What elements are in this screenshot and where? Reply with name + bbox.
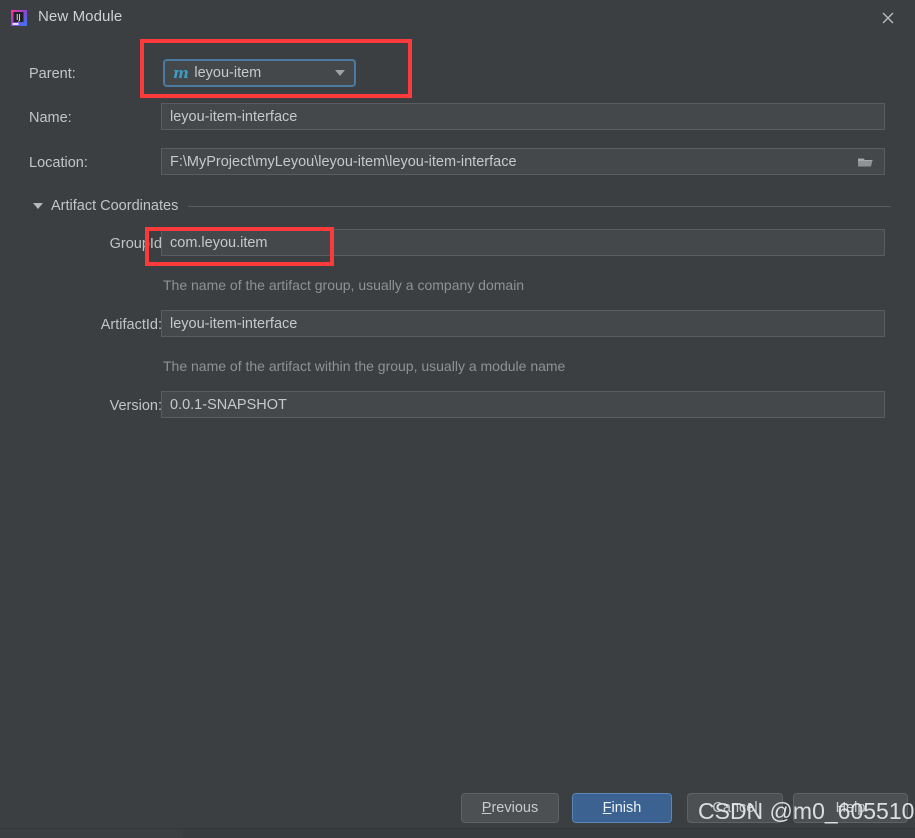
section-divider (188, 205, 891, 207)
finish-mnemonic: F (602, 800, 612, 816)
folder-icon[interactable] (847, 150, 883, 174)
name-input-value: leyou-item-interface (170, 108, 298, 125)
finish-label: inish (611, 800, 642, 816)
parent-label: Parent: (29, 66, 76, 82)
artifact-coordinates-section[interactable]: Artifact Coordinates (33, 196, 891, 216)
previous-label: revious (491, 800, 539, 816)
parent-combo[interactable]: m leyou-item (163, 59, 356, 87)
groupid-label: GroupId (109, 236, 162, 252)
artifactid-input-value: leyou-item-interface (170, 315, 298, 332)
artifact-coordinates-label: Artifact Coordinates (51, 198, 179, 214)
previous-button[interactable]: Previous (461, 793, 559, 823)
artifactid-hint: The name of the artifact within the grou… (163, 358, 566, 374)
version-input-value: 0.0.1-SNAPSHOT (170, 396, 287, 413)
close-icon[interactable] (861, 0, 915, 35)
version-label: Version: (109, 398, 162, 414)
location-label: Location: (29, 155, 88, 171)
artifactid-input[interactable]: leyou-item-interface (161, 310, 885, 337)
window-title: New Module (38, 8, 123, 25)
title-bar: IJ New Module (0, 0, 915, 35)
location-input[interactable]: F:\MyProject\myLeyou\leyou-item\leyou-it… (161, 148, 885, 175)
finish-button[interactable]: Finish (572, 793, 672, 823)
groupid-input[interactable]: com.leyou.item (161, 229, 885, 256)
previous-mnemonic: P (481, 800, 492, 816)
svg-text:IJ: IJ (16, 13, 21, 22)
intellij-idea-icon: IJ (9, 8, 29, 28)
artifactid-label: ArtifactId: (100, 317, 162, 333)
dialog-body: Parent: m leyou-item Name: leyou-item-in… (0, 35, 915, 837)
location-input-value: F:\MyProject\myLeyou\leyou-item\leyou-it… (170, 153, 517, 170)
groupid-input-value: com.leyou.item (170, 234, 268, 251)
name-label: Name: (29, 110, 72, 126)
maven-module-icon: m (173, 64, 189, 82)
parent-value: leyou-item (194, 65, 262, 81)
csdn-watermark: CSDN @m0_60551090 (698, 798, 915, 824)
version-input[interactable]: 0.0.1-SNAPSHOT (161, 391, 885, 418)
groupid-hint: The name of the artifact group, usually … (163, 277, 525, 293)
name-input[interactable]: leyou-item-interface (161, 103, 885, 130)
triangle-down-icon[interactable] (33, 203, 43, 209)
chevron-down-icon[interactable] (335, 70, 345, 76)
